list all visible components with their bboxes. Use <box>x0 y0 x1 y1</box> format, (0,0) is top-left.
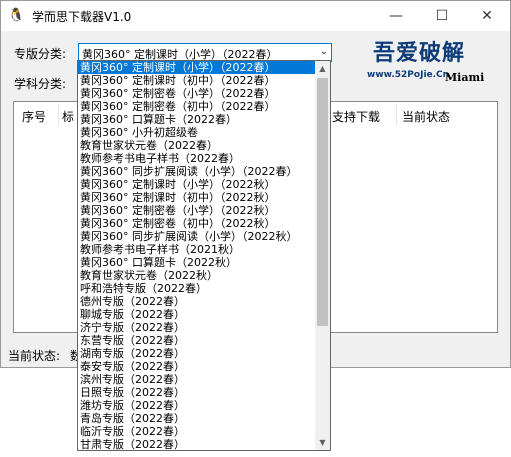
dropdown-option[interactable]: 黄冈360° 定制课时（初中）（2022春） <box>78 74 316 87</box>
maximize-button[interactable]: ☐ <box>419 1 465 31</box>
column-separator[interactable] <box>396 104 397 126</box>
dropdown-option[interactable]: 潍坊专版（2022春） <box>78 399 316 412</box>
scrollbar-thumb[interactable] <box>317 78 328 326</box>
dropdown-option[interactable]: 湖南专版（2022春） <box>78 347 316 360</box>
dropdown-option[interactable]: 呼和浩特专版（2022春） <box>78 282 316 295</box>
dropdown-option[interactable]: 黄冈360° 定制密卷（小学）（2022秋） <box>78 204 316 217</box>
dropdown-options: 黄冈360° 定制课时（小学）（2022春） 黄冈360° 定制课时（初中）（20… <box>78 61 316 450</box>
dropdown-option[interactable]: 教育世家状元卷（2022秋） <box>78 269 316 282</box>
subject-label: 学科分类: <box>14 77 67 91</box>
dropdown-scrollbar[interactable]: ▲ ▼ <box>315 61 330 450</box>
chevron-down-icon[interactable]: ⌄ <box>320 46 328 57</box>
dropdown-option[interactable]: 黄冈360° 定制课时（小学）（2022春） <box>78 61 316 74</box>
column-header-title[interactable]: 标 <box>62 108 74 125</box>
edition-label: 专版分类: <box>14 47 67 61</box>
dropdown-option[interactable]: 黄冈360° 同步扩展阅读（小学）（2022秋） <box>78 230 316 243</box>
logo-url: www.52PoJie.Cn <box>367 70 450 80</box>
dropdown-option[interactable]: 黄冈360° 定制课时（初中）（2022秋） <box>78 191 316 204</box>
column-header-index[interactable]: 序号 <box>22 108 46 125</box>
status-label: 当前状态: <box>8 349 61 363</box>
dropdown-option[interactable]: 甘肃专版（2022春） <box>78 438 316 450</box>
dropdown-option[interactable]: 济宁专版（2022春） <box>78 321 316 334</box>
column-header-downloadable[interactable]: 支持下载 <box>332 108 380 125</box>
dropdown-option[interactable]: 黄冈360° 小升初超级卷 <box>78 126 316 139</box>
dropdown-option[interactable]: 黄冈360° 口算题卡（2022秋） <box>78 256 316 269</box>
dropdown-option[interactable]: 泰安专版（2022春） <box>78 360 316 373</box>
dropdown-option[interactable]: 教育世家状元卷（2022春） <box>78 139 316 152</box>
dropdown-option[interactable]: 黄冈360° 口算题卡（2022春） <box>78 113 316 126</box>
logo: 吾爱破解 www.52PoJie.Cn Miami <box>363 35 490 87</box>
scroll-down-icon[interactable]: ▼ <box>315 435 330 450</box>
dropdown-option[interactable]: 青岛专版（2022春） <box>78 412 316 425</box>
dropdown-option[interactable]: 日照专版（2022春） <box>78 386 316 399</box>
dropdown-option[interactable]: 东营专版（2022春） <box>78 334 316 347</box>
dropdown-option[interactable]: 滨州专版（2022春） <box>78 373 316 386</box>
dropdown-option[interactable]: 黄冈360° 定制密卷（初中）（2022春） <box>78 100 316 113</box>
logo-author: Miami <box>445 71 485 84</box>
app-icon: 🐧 <box>8 8 25 23</box>
dropdown-option[interactable]: 黄冈360° 定制密卷（小学）（2022春） <box>78 87 316 100</box>
dropdown-option[interactable]: 教师参考书电子样书（2021秋） <box>78 243 316 256</box>
edition-dropdown-list[interactable]: 黄冈360° 定制课时（小学）（2022春） 黄冈360° 定制课时（初中）（20… <box>77 60 331 451</box>
logo-title: 吾爱破解 <box>373 40 466 66</box>
dropdown-option[interactable]: 德州专版（2022春） <box>78 295 316 308</box>
dropdown-option[interactable]: 黄冈360° 同步扩展阅读（小学）（2022春） <box>78 165 316 178</box>
title-bar: 🐧 学而思下载器V1.0 — ☐ ✕ <box>1 1 510 31</box>
window-title: 学而思下载器V1.0 <box>32 10 132 24</box>
scroll-up-icon[interactable]: ▲ <box>315 61 330 76</box>
close-button[interactable]: ✕ <box>464 1 510 31</box>
dropdown-option[interactable]: 黄冈360° 定制密卷（初中）（2022秋） <box>78 217 316 230</box>
column-header-status[interactable]: 当前状态 <box>402 108 450 125</box>
column-separator[interactable] <box>58 104 59 126</box>
dropdown-option[interactable]: 教师参考书电子样书（2022春） <box>78 152 316 165</box>
minimize-button[interactable]: — <box>373 1 419 31</box>
dropdown-option[interactable]: 聊城专版（2022春） <box>78 308 316 321</box>
dropdown-option[interactable]: 黄冈360° 定制课时（小学）（2022秋） <box>78 178 316 191</box>
dropdown-option[interactable]: 临沂专版（2022春） <box>78 425 316 438</box>
